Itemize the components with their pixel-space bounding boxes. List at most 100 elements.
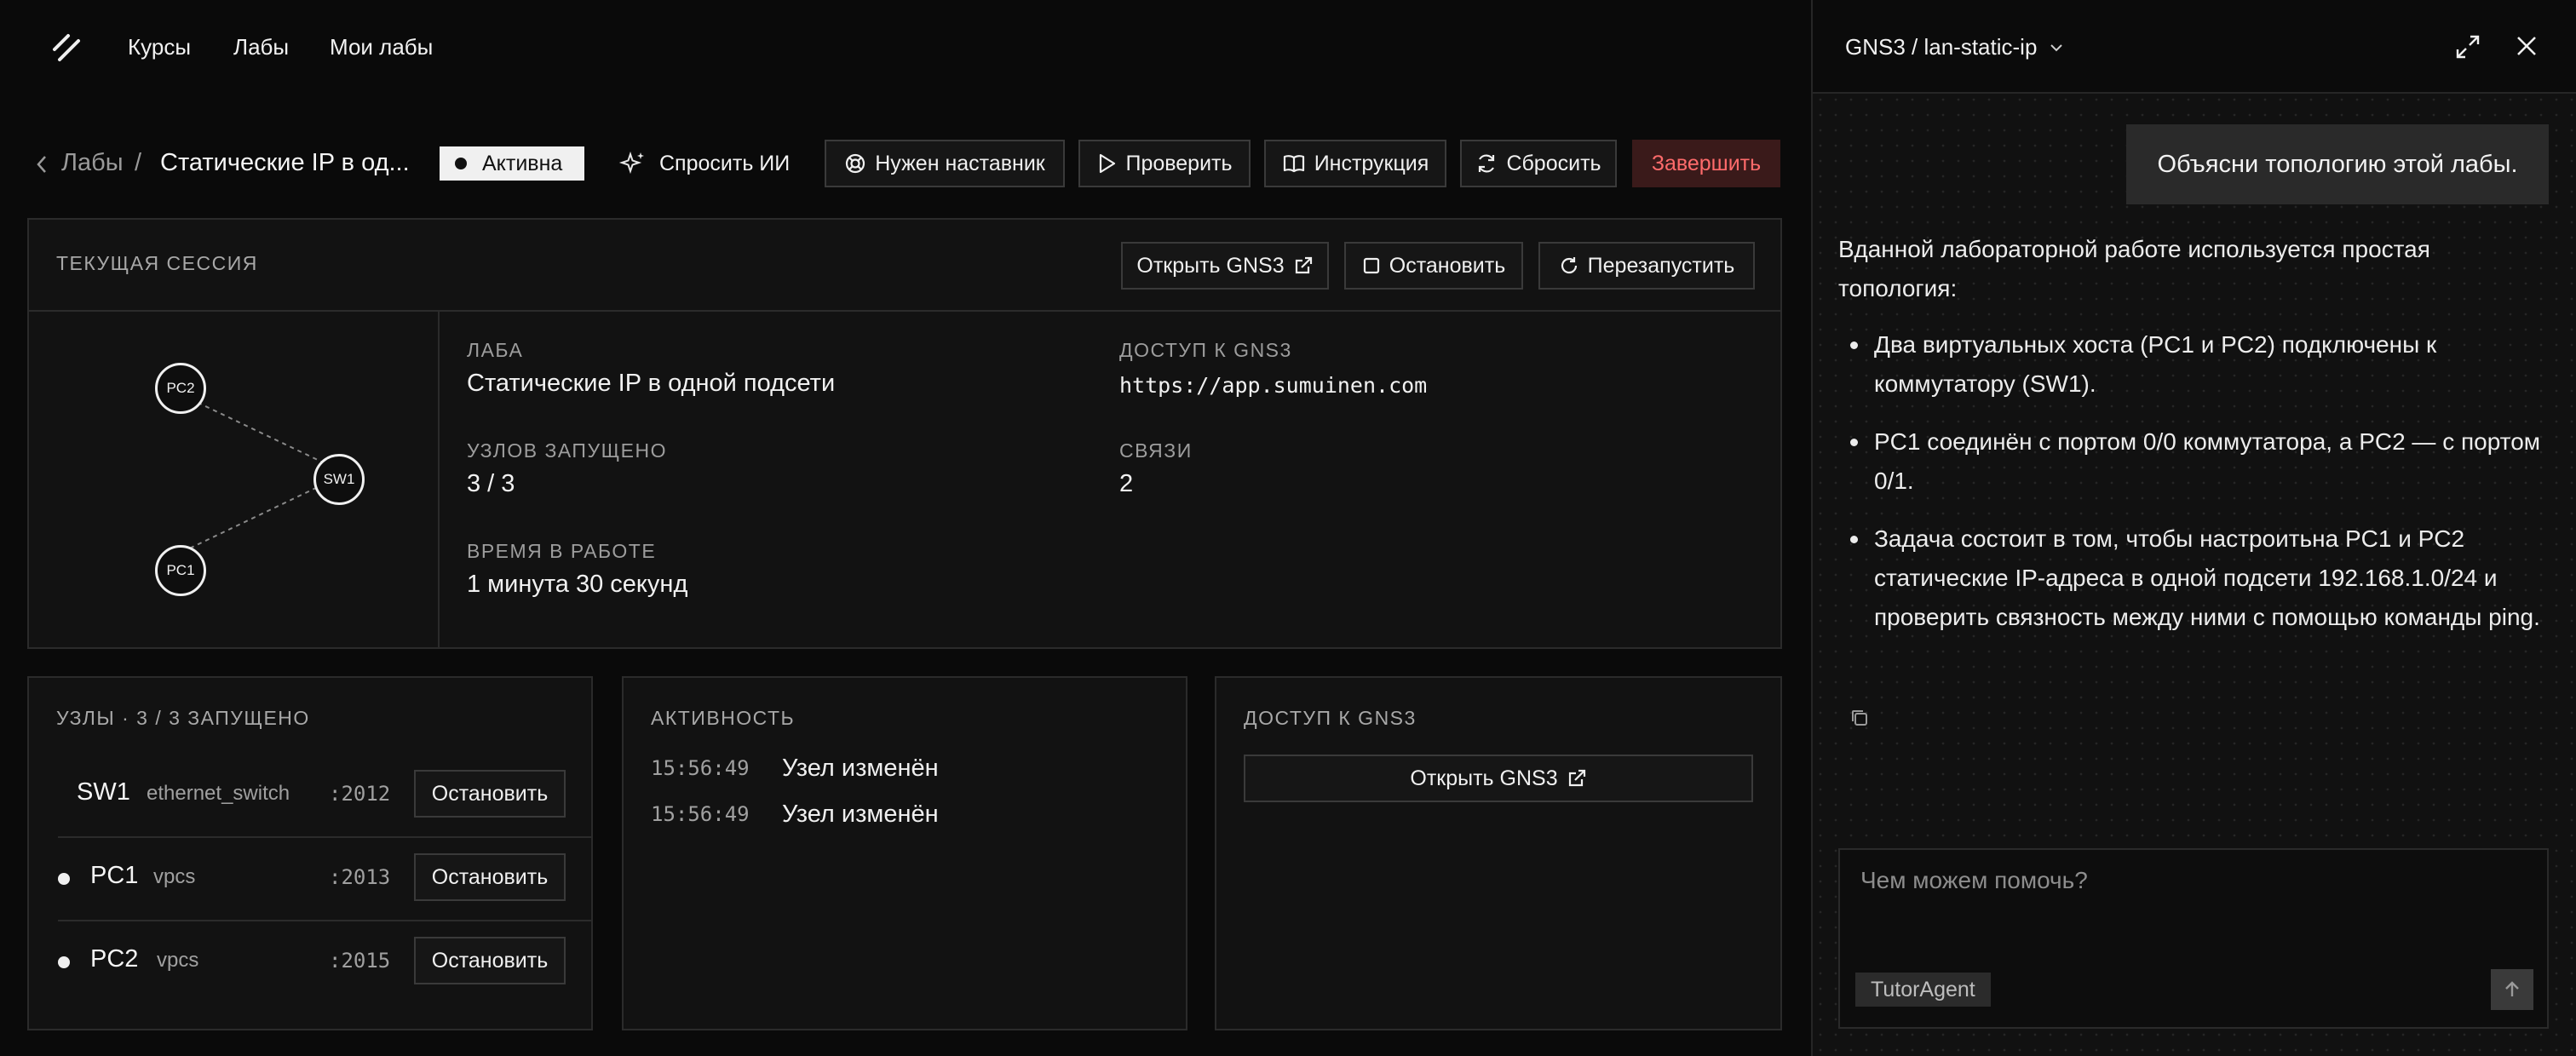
gns3-access-url[interactable]: https://app.sumuinen.com [1119, 373, 1427, 398]
node-port: :2015 [329, 949, 391, 973]
chat-composer: TutorAgent [1838, 848, 2549, 1029]
activity-text: Узел изменён [782, 801, 939, 828]
activity-card: АКТИВНОСТЬ 15:56:49 Узел изменён 15:56:4… [622, 676, 1187, 1030]
page-title: Статические IP в од... [160, 149, 410, 176]
finish-label: Завершить [1651, 151, 1762, 175]
node-type: vpcs [157, 949, 199, 972]
open-gns3-label: Открыть GNS3 [1136, 253, 1285, 278]
logo-icon[interactable] [51, 31, 85, 65]
assistant-answer-intro: Вданной лабораторной работе используется… [1838, 236, 2430, 301]
agent-selector[interactable]: TutorAgent [1855, 973, 1991, 1007]
node-name: PC1 [90, 862, 139, 889]
list-item: Задача состоит в том, чтобы настроитьна … [1838, 519, 2545, 637]
status-badge: Активна [440, 146, 584, 181]
node-type: ethernet_switch [147, 782, 290, 805]
mentor-label: Нужен наставник [875, 151, 1045, 175]
external-link-icon [1295, 256, 1312, 274]
session-card: ТЕКУЩАЯ СЕССИЯ Открыть GNS3 Остановить П… [27, 218, 1782, 649]
stop-session-label: Остановить [1389, 253, 1506, 278]
status-badge-label: Активна [482, 151, 563, 175]
session-header: ТЕКУЩАЯ СЕССИЯ [56, 252, 258, 274]
mentor-button[interactable]: Нужен наставник [825, 140, 1065, 187]
links-value: 2 [1119, 470, 1134, 497]
stop-square-icon [1363, 257, 1379, 274]
send-button[interactable] [2491, 969, 2533, 1010]
topology-view: PC2 SW1 PC1 [29, 312, 438, 647]
sparkle-icon [618, 151, 644, 175]
arrow-up-icon [2505, 981, 2519, 996]
links-label: СВЯЗИ [1119, 439, 1193, 462]
row-divider [58, 836, 593, 838]
nodes-card: УЗЛЫ · 3 / 3 ЗАПУЩЕНО SW1 ethernet_switc… [27, 676, 593, 1030]
check-button[interactable]: Проверить [1078, 140, 1251, 187]
topology-node-sw1[interactable]: SW1 [313, 454, 365, 505]
node-name: PC2 [90, 945, 139, 973]
node-stop-button[interactable]: Остановить [414, 770, 566, 818]
close-icon[interactable] [2515, 34, 2539, 58]
lab-value: Статические IP в одной подсети [467, 370, 836, 397]
list-item: PC1 соединён с портом 0/0 коммутатора, а… [1838, 422, 2545, 501]
panel-header: GNS3 / lan-static-ip [1813, 0, 2576, 94]
copy-icon[interactable] [1849, 707, 1871, 729]
finish-button[interactable]: Завершить [1632, 140, 1780, 187]
lab-label: ЛАБА [467, 339, 524, 361]
list-item: Два виртуальных хоста (PC1 и PC2) подклю… [1838, 325, 2545, 404]
open-gns3-button[interactable]: Открыть GNS3 [1121, 242, 1329, 290]
restart-session-label: Перезапустить [1587, 253, 1735, 278]
uptime-label: ВРЕМЯ В РАБОТЕ [467, 540, 657, 562]
gns3-access-label: ДОСТУП К GNS3 [1119, 339, 1292, 361]
book-open-icon [1283, 155, 1304, 173]
check-label: Проверить [1125, 151, 1233, 175]
ask-ai-button[interactable]: Спросить ИИ [618, 146, 790, 181]
main-area: Курсы Лабы Мои лабы Лабы / Статические I… [0, 0, 1811, 1056]
topology-node-pc2[interactable]: PC2 [155, 363, 206, 414]
reset-label: Сбросить [1506, 151, 1601, 175]
node-type: vpcs [153, 865, 196, 888]
instruction-label: Инструкция [1314, 151, 1429, 175]
node-port: :2013 [329, 865, 391, 889]
activity-text: Узел изменён [782, 755, 939, 782]
open-gns3-wide-button[interactable]: Открыть GNS3 [1244, 755, 1753, 802]
topology-links [181, 394, 340, 553]
node-stop-button[interactable]: Остановить [414, 853, 566, 901]
user-message: Объясни топологию этой лабы. [2126, 124, 2549, 204]
node-stop-button[interactable]: Остановить [414, 937, 566, 984]
lifebuoy-icon [846, 153, 865, 174]
row-divider [58, 920, 593, 921]
play-icon [1100, 153, 1116, 174]
stop-session-button[interactable]: Остановить [1344, 242, 1523, 290]
reset-button[interactable]: Сбросить [1460, 140, 1617, 187]
nav-courses[interactable]: Курсы [128, 34, 191, 60]
running-dot-icon [58, 873, 70, 885]
chevron-left-icon[interactable] [32, 152, 51, 177]
chevron-down-icon [2050, 43, 2063, 51]
topology-divider [438, 312, 440, 647]
nav-labs[interactable]: Лабы [233, 34, 289, 60]
activity-time: 15:56:49 [651, 802, 750, 826]
activity-time: 15:56:49 [651, 756, 750, 780]
nodes-running-label: УЗЛОВ ЗАПУЩЕНО [467, 439, 667, 462]
node-name: SW1 [77, 778, 130, 806]
activity-header: АКТИВНОСТЬ [651, 707, 796, 729]
nav-my-labs[interactable]: Мои лабы [330, 34, 433, 60]
topology-node-pc1[interactable]: PC1 [155, 545, 206, 596]
panel-title-dropdown[interactable]: GNS3 / lan-static-ip [1845, 34, 2064, 60]
status-dot-icon [455, 158, 467, 169]
uptime-value: 1 минута 30 секунд [467, 571, 688, 598]
top-nav: Курсы Лабы Мои лабы [0, 0, 1811, 94]
chat-input[interactable] [1860, 867, 2525, 935]
nodes-card-header: УЗЛЫ · 3 / 3 ЗАПУЩЕНО [56, 707, 310, 729]
assistant-answer-list: Два виртуальных хоста (PC1 и PC2) подклю… [1838, 325, 2545, 656]
panel-title: GNS3 / lan-static-ip [1845, 34, 2038, 60]
gns3-access-card-header: ДОСТУП К GNS3 [1244, 707, 1417, 729]
expand-icon[interactable] [2453, 32, 2482, 61]
node-port: :2012 [329, 782, 391, 806]
lab-toolbar: Лабы / Статические IP в од... Активна Сп… [0, 136, 1811, 191]
breadcrumb-labs[interactable]: Лабы [61, 149, 124, 177]
instruction-button[interactable]: Инструкция [1264, 140, 1446, 187]
gns3-access-card: ДОСТУП К GNS3 Открыть GNS3 [1215, 676, 1782, 1030]
external-link-icon [1568, 769, 1585, 787]
nodes-running-value: 3 / 3 [467, 470, 515, 497]
restart-session-button[interactable]: Перезапустить [1538, 242, 1755, 290]
ask-ai-label: Спросить ИИ [659, 151, 791, 175]
